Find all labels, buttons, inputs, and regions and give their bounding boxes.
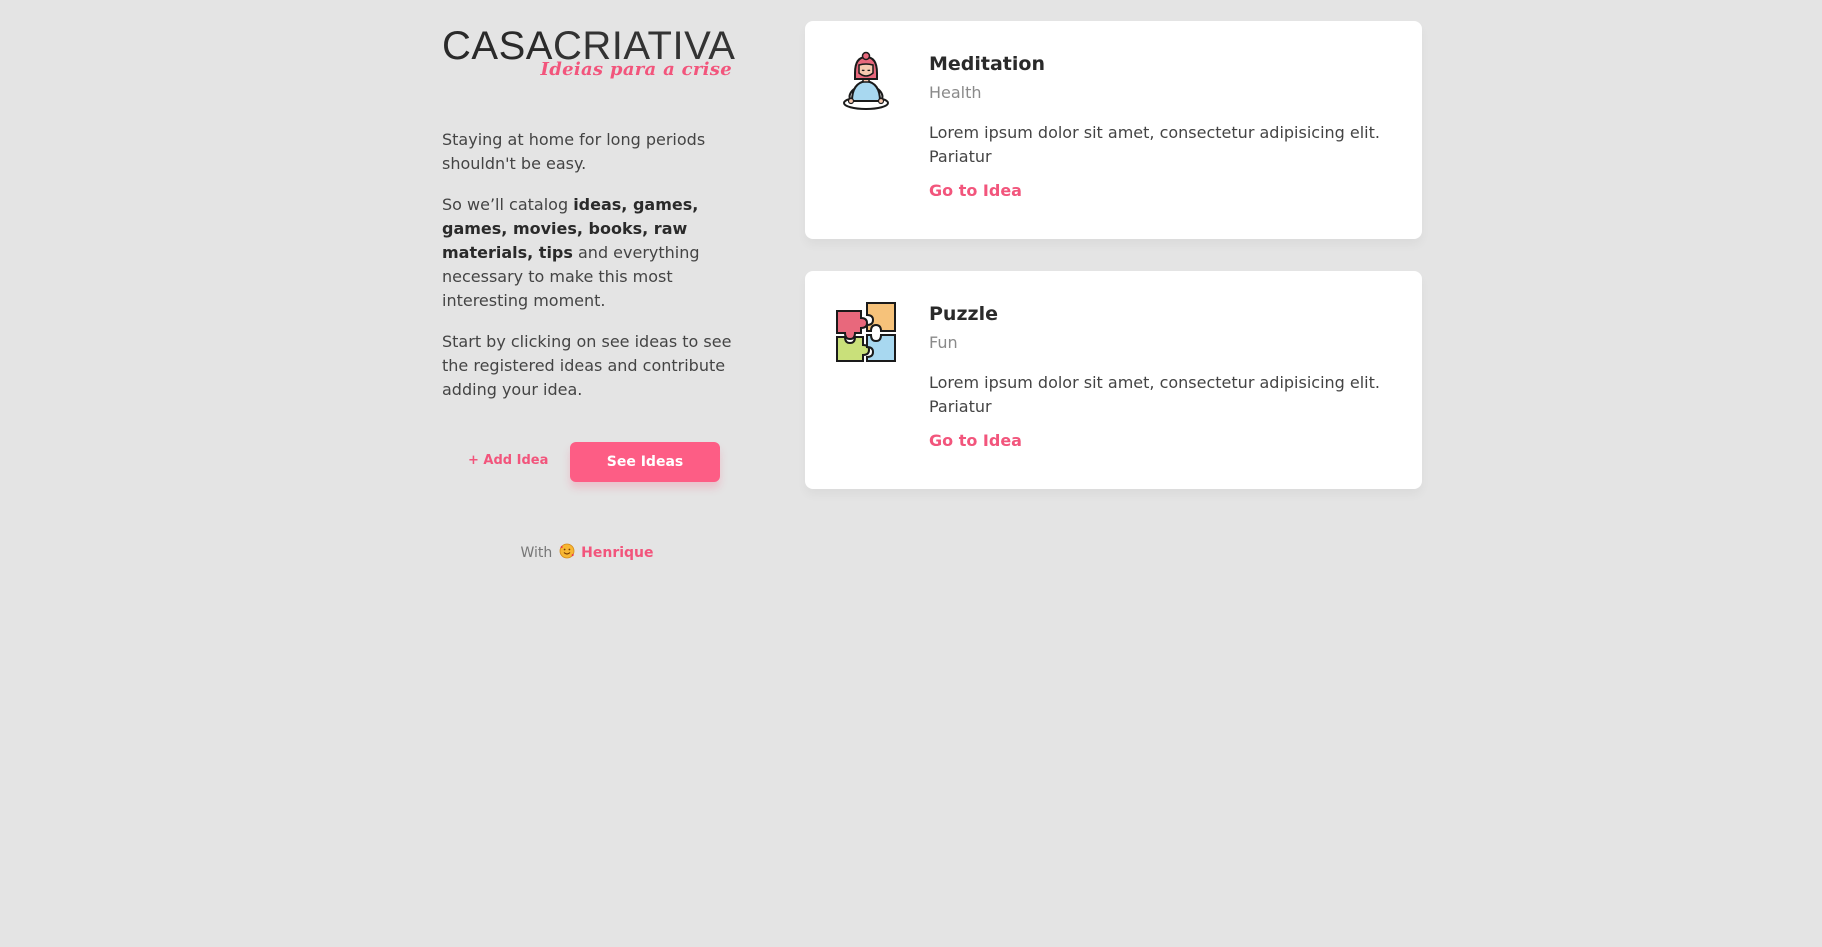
- idea-title: Meditation: [929, 53, 1045, 75]
- intro-text: Staying at home for long periods shouldn…: [442, 128, 732, 402]
- footer-prefix: With: [520, 545, 553, 561]
- see-ideas-button[interactable]: See Ideas: [570, 442, 720, 482]
- intro-p2-start: So we’ll catalog: [442, 195, 574, 214]
- puzzle-icon: [835, 301, 897, 363]
- logo[interactable]: CASACRIATIVA Ideias para a crise: [442, 24, 735, 86]
- idea-category: Fun: [929, 333, 958, 352]
- logo-word-casa: CASA: [442, 24, 553, 68]
- intro-paragraph-1: Staying at home for long periods shouldn…: [442, 130, 706, 173]
- logo-tagline: Ideias para a crise: [540, 59, 732, 80]
- idea-card: Puzzle Fun Lorem ipsum dolor sit amet, c…: [805, 271, 1422, 489]
- intro-paragraph-2: So we’ll catalog ideas, games, games, mo…: [442, 193, 732, 313]
- idea-title: Puzzle: [929, 303, 998, 325]
- add-idea-button[interactable]: + Add Idea: [468, 453, 548, 468]
- idea-card-body: Puzzle Fun Lorem ipsum dolor sit amet, c…: [929, 301, 1399, 450]
- go-to-idea-link[interactable]: Go to Idea: [929, 431, 1022, 450]
- intro-paragraph-3: Start by clicking on see ideas to see th…: [442, 332, 732, 399]
- author-link[interactable]: Henrique: [581, 545, 653, 561]
- footer-credit: With Henrique: [442, 543, 732, 561]
- idea-category: Health: [929, 83, 982, 102]
- idea-description: Lorem ipsum dolor sit amet, consectetur …: [929, 123, 1380, 166]
- sidebar: CASACRIATIVA Ideias para a crise Staying…: [442, 24, 735, 561]
- action-buttons: + Add Idea See Ideas: [442, 442, 732, 482]
- meditation-icon: [835, 51, 897, 113]
- idea-description: Lorem ipsum dolor sit amet, consectetur …: [929, 373, 1380, 416]
- smiling-face-with-hearts-icon: [559, 543, 575, 561]
- page: CASACRIATIVA Ideias para a crise Staying…: [0, 0, 1822, 947]
- idea-card: Meditation Health Lorem ipsum dolor sit …: [805, 21, 1422, 239]
- idea-card-body: Meditation Health Lorem ipsum dolor sit …: [929, 51, 1399, 200]
- go-to-idea-link[interactable]: Go to Idea: [929, 181, 1022, 200]
